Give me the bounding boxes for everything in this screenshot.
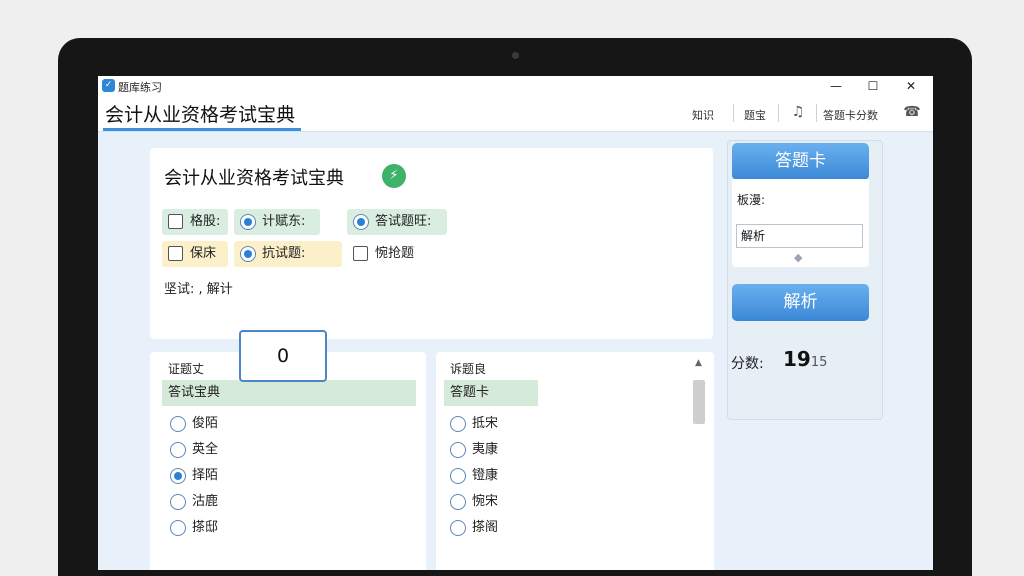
radio-icon[interactable] xyxy=(450,520,466,536)
radio-icon[interactable] xyxy=(170,468,186,484)
left-list-item[interactable]: 英全 xyxy=(170,439,218,461)
right-list-item[interactable]: 搽阁 xyxy=(450,517,498,539)
nav-divider xyxy=(816,104,817,122)
left-list-highlight[interactable]: 答试宝典 xyxy=(162,380,416,406)
laptop-frame: ✓ 题库练习 — ☐ ✕ 会计从业资格考试宝典 知识 题宝 ♫ 答题卡分数 ☎ … xyxy=(58,38,972,576)
score-value: 1915 xyxy=(783,347,827,371)
list-item-label: 搽阁 xyxy=(472,520,499,535)
list-item-label: 择陌 xyxy=(192,468,219,483)
list-item-label: 夷康 xyxy=(472,442,499,457)
radio-icon[interactable] xyxy=(170,494,186,510)
scrollbar-thumb[interactable] xyxy=(693,380,705,424)
radio-icon[interactable] xyxy=(240,214,256,230)
checkbox-icon[interactable] xyxy=(353,246,368,261)
camera-dot xyxy=(512,52,519,59)
list-item-label: 抵宋 xyxy=(472,416,499,431)
question-title: 会计从业资格考试宝典 xyxy=(164,168,344,189)
app-window: ✓ 题库练习 — ☐ ✕ 会计从业资格考试宝典 知识 题宝 ♫ 答题卡分数 ☎ … xyxy=(98,76,933,570)
bell-icon[interactable]: ♫ xyxy=(788,102,808,122)
radio-icon[interactable] xyxy=(353,214,369,230)
left-list-item[interactable]: 择陌 xyxy=(170,465,218,487)
list-item-label: 英全 xyxy=(192,442,219,457)
option-label: 保床 xyxy=(190,246,217,261)
app-header: 会计从业资格考试宝典 知识 题宝 ♫ 答题卡分数 ☎ xyxy=(98,96,933,132)
right-list-item[interactable]: 抵宋 xyxy=(450,413,498,435)
window-title: 题库练习 xyxy=(118,81,162,94)
score-number: 19 xyxy=(783,347,811,371)
lightning-icon[interactable]: ⚡ xyxy=(382,164,406,188)
checkbox-icon[interactable] xyxy=(168,214,183,229)
maximize-button[interactable]: ☐ xyxy=(855,76,891,96)
left-list-header: 证题丈 xyxy=(168,362,205,376)
left-list-item[interactable]: 俊陌 xyxy=(170,413,218,435)
answer-card-button[interactable]: 答题卡 xyxy=(732,143,869,180)
checkbox-icon[interactable] xyxy=(168,246,183,261)
radio-icon[interactable] xyxy=(240,246,256,262)
app-logo-icon: ✓ xyxy=(102,79,115,92)
scroll-up-arrow-icon[interactable]: ▲ xyxy=(695,358,702,368)
right-list-item[interactable]: 镫康 xyxy=(450,465,498,487)
side-form-card: 板漫: 解析 ◆ xyxy=(732,179,869,267)
option-radio-5[interactable]: 抗试题: xyxy=(234,241,342,267)
right-list-header: 诉题良 xyxy=(450,362,487,376)
option-label: 惋抢题 xyxy=(375,246,415,261)
nav-divider xyxy=(778,104,779,122)
option-radio-3[interactable]: 答试题旺: xyxy=(347,209,447,235)
nav-divider xyxy=(733,104,734,122)
option-label: 答试题旺: xyxy=(375,214,432,229)
nav-item-knowledge[interactable]: 知识 xyxy=(692,107,714,123)
score-label: 分数: xyxy=(731,356,764,372)
right-list-item[interactable]: 惋宋 xyxy=(450,491,498,513)
option-checkbox-1[interactable]: 格股: xyxy=(162,209,228,235)
radio-icon[interactable] xyxy=(170,416,186,432)
radio-icon[interactable] xyxy=(170,520,186,536)
diamond-icon: ◆ xyxy=(794,251,803,264)
side-field-label: 板漫: xyxy=(737,193,766,207)
left-option-list: 证题丈 答试宝典 俊陌 英全 择陌 沽鹿 搽邸 xyxy=(150,352,426,570)
close-button[interactable]: ✕ xyxy=(893,76,929,96)
analysis-button[interactable]: 解析 xyxy=(732,284,869,321)
number-input-box[interactable]: 0 xyxy=(239,330,327,382)
radio-icon[interactable] xyxy=(450,468,466,484)
minimize-button[interactable]: — xyxy=(818,76,854,96)
side-field-input[interactable]: 解析 xyxy=(736,224,863,248)
title-bar: ✓ 题库练习 — ☐ ✕ xyxy=(98,76,933,96)
right-list-item[interactable]: 夷康 xyxy=(450,439,498,461)
list-item-label: 镫康 xyxy=(472,468,499,483)
nav-item-bank[interactable]: 题宝 xyxy=(744,107,766,123)
radio-icon[interactable] xyxy=(450,442,466,458)
option-checkbox-4[interactable]: 保床 xyxy=(162,241,228,267)
right-option-list: 诉题良 答题卡 ▲ 抵宋 夷康 镫康 惋宋 搽阁 xyxy=(436,352,714,570)
list-item-label: 沽鹿 xyxy=(192,494,219,509)
left-list-item[interactable]: 沽鹿 xyxy=(170,491,218,513)
list-item-label: 搽邸 xyxy=(192,520,219,535)
option-checkbox-6[interactable]: 惋抢题 xyxy=(347,241,437,267)
title-underline xyxy=(103,128,301,131)
radio-icon[interactable] xyxy=(450,416,466,432)
side-panel: 答题卡 板漫: 解析 ◆ 解析 分数: 1915 xyxy=(727,140,883,420)
settings-icon[interactable]: ☎ xyxy=(902,102,922,122)
list-item-label: 俊陌 xyxy=(192,416,219,431)
app-title: 会计从业资格考试宝典 xyxy=(105,104,296,126)
option-label: 计赋东: xyxy=(262,214,306,229)
radio-icon[interactable] xyxy=(450,494,466,510)
nav-item-answer-card-score[interactable]: 答题卡分数 xyxy=(823,107,878,123)
list-item-label: 惋宋 xyxy=(472,494,499,509)
option-label: 格股: xyxy=(190,214,221,229)
question-note: 坚试: , 解计 xyxy=(164,282,233,297)
question-card: 会计从业资格考试宝典 ⚡ 格股: 计赋东: 答试题旺: 保床 抗试题: 惋抢题 … xyxy=(150,148,713,339)
option-label: 抗试题: xyxy=(262,246,306,261)
option-radio-2[interactable]: 计赋东: xyxy=(234,209,320,235)
left-list-item[interactable]: 搽邸 xyxy=(170,517,218,539)
radio-icon[interactable] xyxy=(170,442,186,458)
score-suffix: 15 xyxy=(810,355,828,370)
right-list-highlight[interactable]: 答题卡 xyxy=(444,380,538,406)
